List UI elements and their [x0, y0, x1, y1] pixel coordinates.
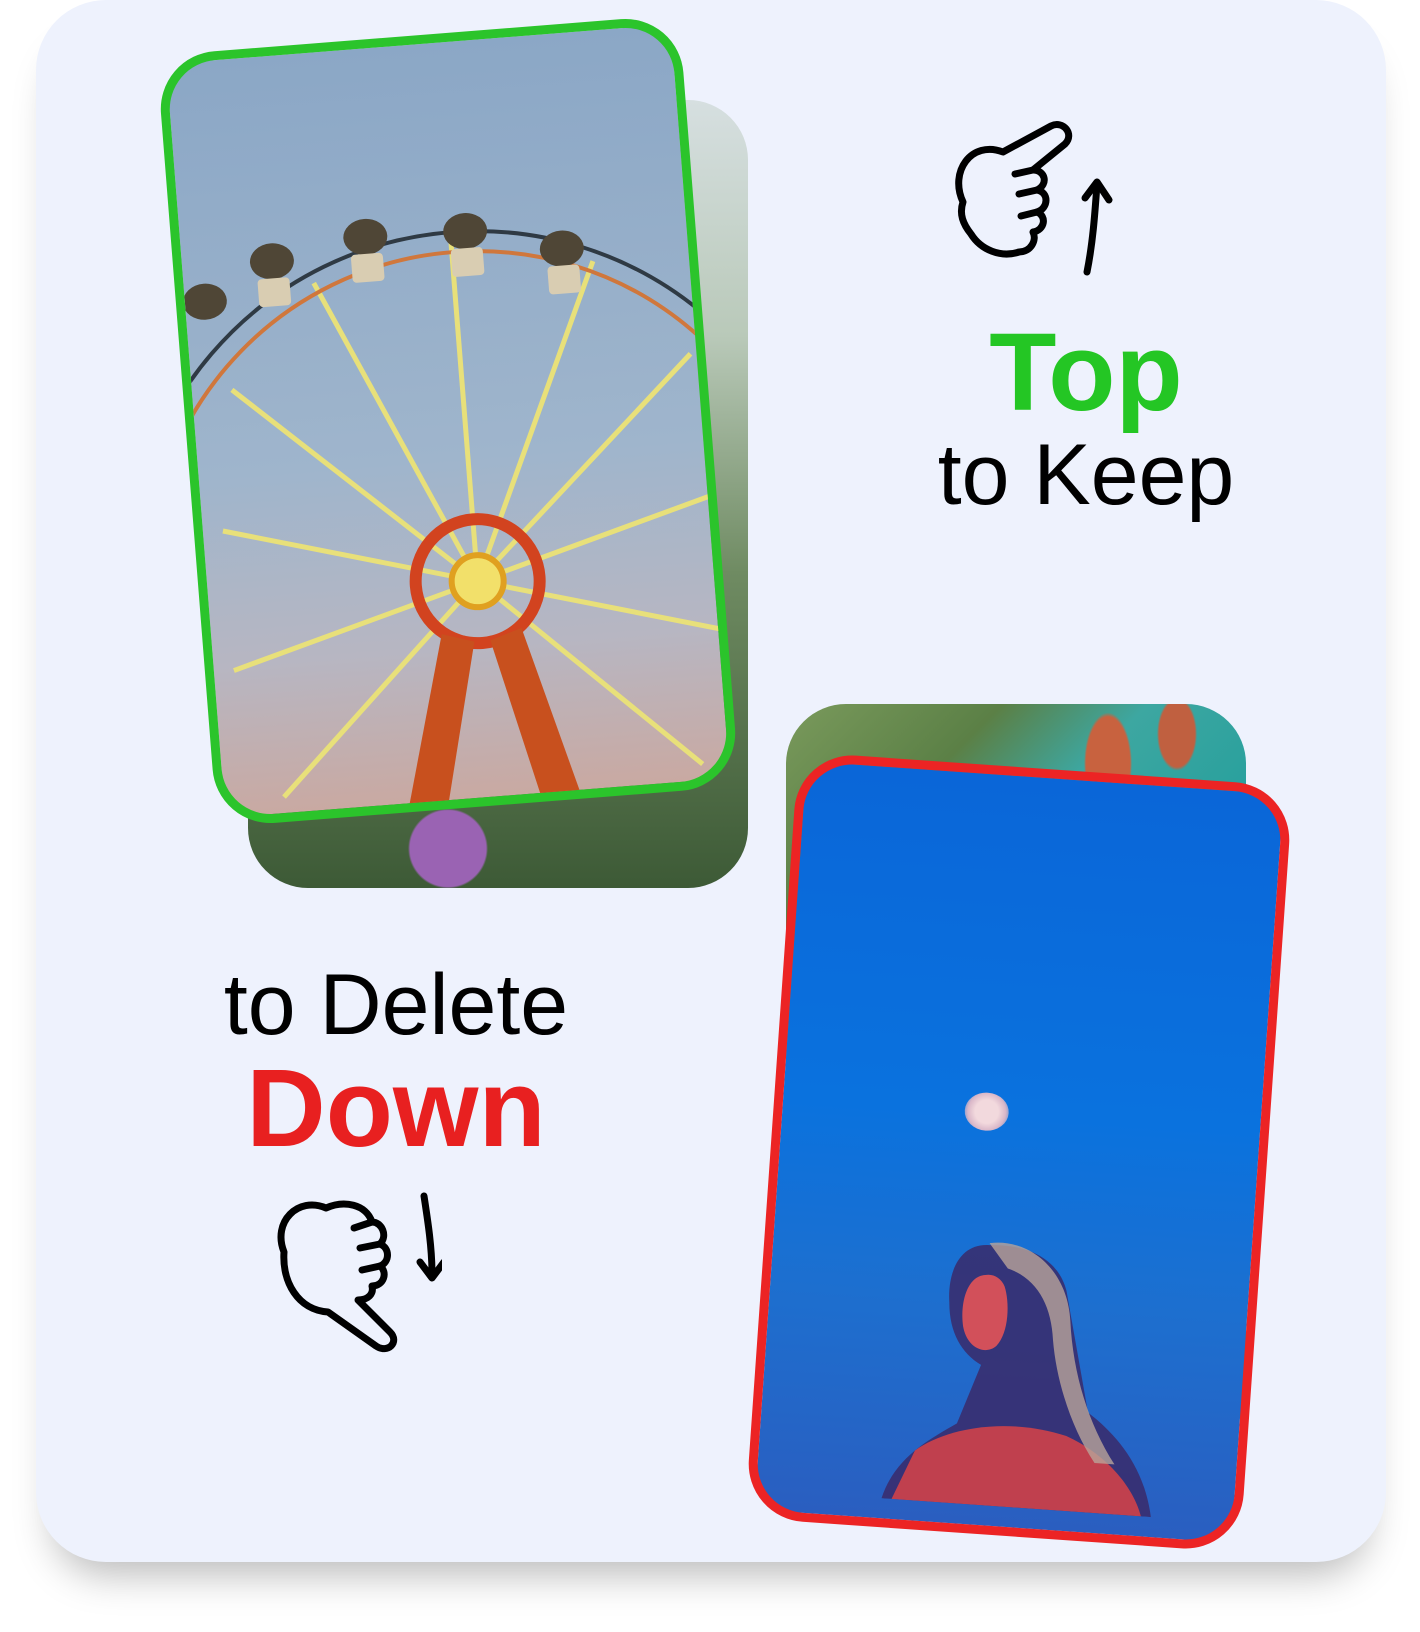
pointing-hand-swipe-up-icon	[955, 121, 1113, 276]
delete-instruction: to Delete Down	[186, 962, 606, 1164]
delete-direction-label: Down	[246, 1047, 546, 1170]
photo-card-ferris-wheel-keep[interactable]	[156, 14, 740, 828]
keep-direction-label: Top	[989, 311, 1183, 434]
pointing-hand-swipe-down-icon	[277, 1192, 442, 1353]
keep-instruction: Top to Keep	[926, 311, 1246, 523]
photo-card-portrait-delete[interactable]	[744, 751, 1294, 1553]
ferris-wheel-illustration	[166, 213, 740, 828]
moon-in-sky	[963, 1091, 1011, 1133]
keep-action-label: to Keep	[937, 427, 1235, 523]
swipe-tutorial-panel: Top to Keep to Delete Down	[36, 0, 1386, 1562]
portrait-figure	[881, 1242, 1151, 1518]
delete-action-label: to Delete	[223, 957, 569, 1053]
